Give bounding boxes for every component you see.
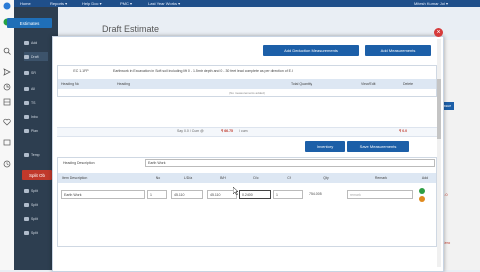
box-icon[interactable] <box>3 138 11 146</box>
item-code: EC 1.1FP <box>73 69 89 73</box>
sidebar-item-label: Add <box>31 40 38 45</box>
cursor-icon <box>233 187 238 195</box>
col-no: No <box>155 176 161 180</box>
sidebar-item[interactable]: All <box>24 84 48 93</box>
page-title: Draft Estimate <box>102 24 160 34</box>
sidebar-item-label: Split <box>31 188 38 193</box>
item-icon <box>24 202 29 207</box>
remove-row-icon[interactable] <box>419 196 425 202</box>
sidebar-item[interactable]: SR <box>24 68 48 77</box>
scrollbar-thumb[interactable] <box>437 79 441 139</box>
length-input[interactable]: 45.110 <box>171 190 203 199</box>
sidebar-item[interactable]: Split <box>24 200 48 209</box>
cf-input[interactable]: 1 <box>273 190 303 199</box>
rate-unit: / cum <box>239 129 248 133</box>
browser-icon[interactable] <box>3 2 11 10</box>
clock-icon[interactable] <box>3 160 11 168</box>
sidebar-item[interactable]: Draft <box>24 52 48 61</box>
say-text: Say 0.0 / Cum @ <box>177 129 204 133</box>
item-icon <box>24 114 29 119</box>
table-header: Item Description No L/D/a B/H D/c Cf Qty… <box>58 173 436 183</box>
item-icon <box>24 100 29 105</box>
item-icon <box>24 70 29 75</box>
sidebar-item[interactable]: Temp <box>24 150 48 159</box>
add-measurements-button[interactable]: Add Measurements <box>365 45 431 56</box>
sidebar-item[interactable]: TS <box>24 98 48 107</box>
sidebar-section-estimates[interactable]: Estimates <box>7 18 52 28</box>
item-icon <box>24 230 29 235</box>
sidebar-item-label: Plan <box>31 128 39 133</box>
heading-description-input[interactable]: Earth Work <box>145 159 435 167</box>
scrollbar[interactable] <box>437 39 441 267</box>
no-input[interactable]: 1 <box>147 190 167 199</box>
sidebar-item-label: Draft <box>31 54 39 59</box>
empty-message: (No measurements added) <box>229 91 265 95</box>
sidebar-item[interactable]: Split <box>24 214 48 223</box>
save-measurements-button[interactable]: Save Measurements <box>347 141 409 152</box>
item-description: Earthwork in Excavation in Soft soil inc… <box>113 69 293 73</box>
send-icon[interactable] <box>3 68 11 76</box>
col-cf: Cf <box>287 176 291 180</box>
item-icon <box>24 152 29 157</box>
search-icon[interactable] <box>3 47 11 55</box>
top-navbar: Home Reports ▾ Help Doc ▾ PMC ▾ Last Yea… <box>14 0 480 7</box>
col-heading-no: Heading No <box>61 82 80 86</box>
item-icon <box>24 40 29 45</box>
nav-pmc[interactable]: PMC ▾ <box>120 1 132 6</box>
close-icon[interactable]: × <box>434 28 443 37</box>
col-remark: Remark <box>374 176 388 180</box>
sidebar-item[interactable]: Plan <box>24 126 48 135</box>
inventory-button[interactable]: Inventory <box>305 141 345 152</box>
heart-icon[interactable] <box>3 118 11 126</box>
nav-reports[interactable]: Reports ▾ <box>50 1 67 6</box>
rate-value: ₹ 66.75 <box>221 129 233 133</box>
nav-home[interactable]: Home <box>20 1 31 6</box>
measurements-modal: × Add Deduction Measurements Add Measure… <box>52 28 444 272</box>
sidebar-item-label: SR <box>31 70 36 75</box>
icon-rail <box>0 0 15 270</box>
item-icon <box>24 128 29 133</box>
sidebar-item-label: TS <box>31 100 36 105</box>
col-view-edit: View/Edit <box>361 82 376 86</box>
sidebar-item-label: Split <box>31 202 38 207</box>
sidebar-item-label: Split <box>31 230 38 235</box>
history-icon[interactable] <box>3 83 11 91</box>
add-row-icon[interactable] <box>419 188 425 194</box>
add-deduction-button[interactable]: Add Deduction Measurements <box>263 45 359 56</box>
sidebar-item[interactable]: Inbo <box>24 112 48 121</box>
heading-description-label: Heading Description <box>63 161 95 165</box>
sidebar-item-label: All <box>31 86 35 91</box>
sidebar-item[interactable]: Add <box>24 38 48 47</box>
nav-help-doc[interactable]: Help Doc ▾ <box>82 1 102 6</box>
sidebar-section-split[interactable]: Split Ob <box>22 170 52 180</box>
item-description-input[interactable]: Earth Work <box>61 190 145 199</box>
measurement-entry-table <box>57 157 437 247</box>
qty-value: 754.005 <box>309 192 322 196</box>
grid-icon[interactable] <box>3 98 11 106</box>
item-icon <box>24 216 29 221</box>
item-icon <box>24 86 29 91</box>
col-d: D/c <box>253 176 259 180</box>
nav-last-year-works[interactable]: Last Year Works ▾ <box>148 1 180 6</box>
col-item-description: Item Description <box>62 176 88 180</box>
user-menu[interactable]: Mitesh Kumar Joi ▾ <box>414 1 448 6</box>
item-icon <box>24 188 29 193</box>
col-b: B/H <box>220 176 226 180</box>
table-header <box>58 79 436 89</box>
col-delete: Delete <box>403 82 414 86</box>
col-l: L/D/a <box>183 176 193 180</box>
sidebar-item[interactable]: Split <box>24 228 48 237</box>
depth-input[interactable]: 0.2400 <box>239 190 271 199</box>
col-heading: Heading <box>117 82 131 86</box>
total-value: ₹ 0.0 <box>399 129 408 133</box>
item-icon <box>24 54 29 59</box>
col-add: Add <box>421 176 429 180</box>
col-total-quantity: Total Quantity <box>291 82 313 86</box>
sidebar-item-label: Split <box>31 216 38 221</box>
sidebar-item-label: Inbo <box>31 114 38 119</box>
sidebar-item-label: Temp <box>31 152 40 157</box>
col-qty: Qty <box>323 176 329 180</box>
remark-input[interactable]: remark <box>347 190 413 199</box>
sidebar-item[interactable]: Split <box>24 186 48 195</box>
